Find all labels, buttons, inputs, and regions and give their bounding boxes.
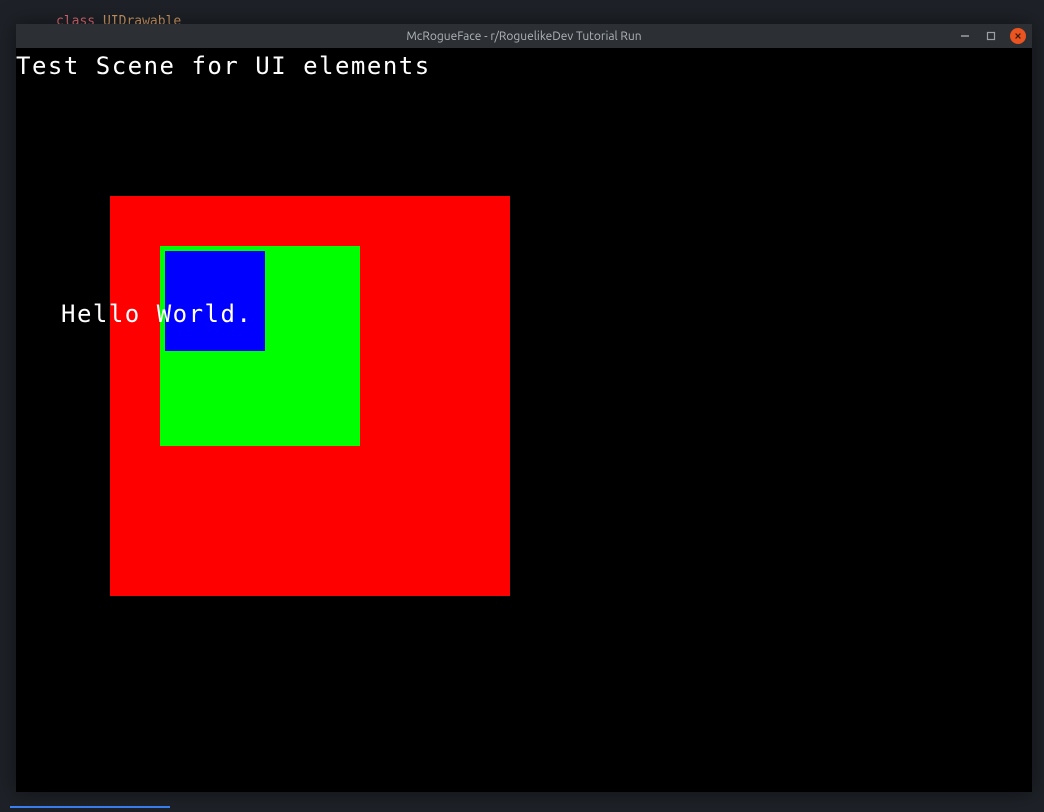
app-window: McRogueFace - r/RoguelikeDev Tutorial Ru… <box>16 24 1032 792</box>
titlebar-controls <box>958 24 1026 48</box>
maximize-button[interactable] <box>984 29 998 43</box>
hello-world-text: Hello World. <box>61 300 252 328</box>
scene-title-text: Test Scene for UI elements <box>16 52 431 80</box>
titlebar[interactable]: McRogueFace - r/RoguelikeDev Tutorial Ru… <box>16 24 1032 48</box>
minimize-button[interactable] <box>958 29 972 43</box>
window-title: McRogueFace - r/RoguelikeDev Tutorial Ru… <box>16 30 1032 43</box>
editor-tab-indicator <box>10 806 170 808</box>
close-button[interactable] <box>1010 28 1026 44</box>
game-canvas[interactable]: Test Scene for UI elements Hello World. <box>16 48 1032 792</box>
